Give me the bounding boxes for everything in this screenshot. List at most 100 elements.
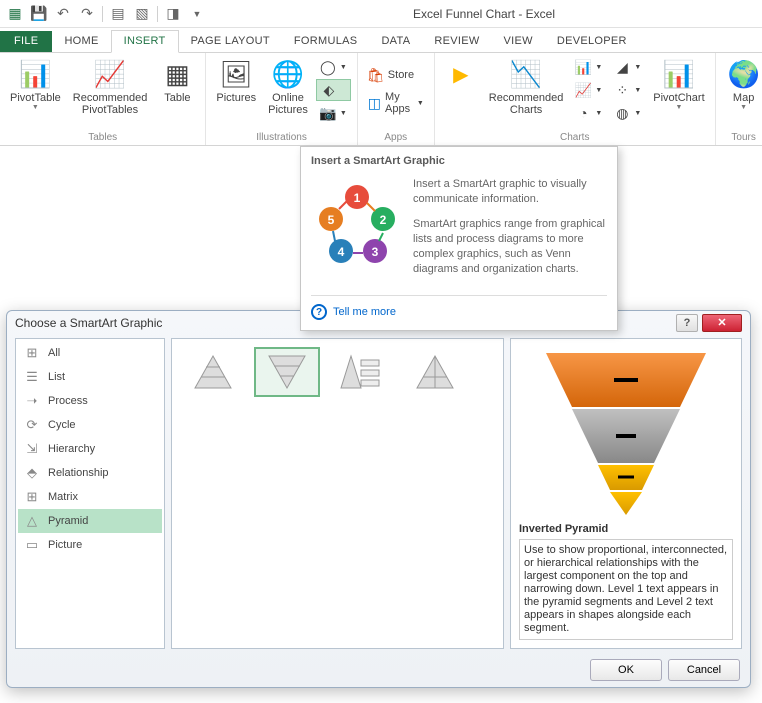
tooltip-text: Insert a SmartArt graphic to visually co… [413,177,607,287]
svg-text:1: 1 [354,191,361,205]
ok-button[interactable]: OK [590,659,662,681]
preview-description: Use to show proportional, interconnected… [519,539,733,640]
chart-type-button[interactable]: 📈▼ [571,79,606,101]
redo-icon[interactable]: ↷ [76,3,98,25]
tab-formulas[interactable]: FORMULAS [282,31,370,52]
group-apps: 🛍Store ◫My Apps ▼ Apps [358,53,435,145]
screenshot-icon: 📷 [320,105,336,121]
qat-item-icon[interactable]: ▧ [131,3,153,25]
smartart-button[interactable]: ⬖ [316,79,351,101]
shapes-icon: ◯ [320,59,336,75]
smartart-tooltip: Insert a SmartArt Graphic 1 2 3 4 5 Inse… [300,146,618,331]
bar-chart-icon: 📊 [575,59,591,75]
category-all[interactable]: ⊞All [18,341,162,365]
save-icon[interactable]: 💾 [28,3,50,25]
tab-file[interactable]: FILE [0,31,52,52]
layout-pyramid-list[interactable] [328,347,394,397]
chart-type-button[interactable]: ⁘▼ [610,79,645,101]
close-button[interactable]: ✕ [702,314,742,332]
layout-thumbnails [171,338,504,649]
preview-title: Inverted Pyramid [519,523,733,535]
group-tours: 🌍 Map ▼ Tours [716,53,762,145]
tab-home[interactable]: HOME [52,31,110,52]
map-button[interactable]: 🌍 Map ▼ [722,56,762,113]
qat-item-icon[interactable]: ▤ [107,3,129,25]
layout-segmented-pyramid[interactable] [402,347,468,397]
tab-view[interactable]: VIEW [492,31,545,52]
group-label: Tables [6,130,199,145]
pivotchart-button[interactable]: 📊 PivotChart ▼ [649,56,708,113]
ribbon: 📊 PivotTable ▼ 📈 Recommended PivotTables… [0,53,762,146]
ribbon-tabs: FILE HOME INSERT PAGE LAYOUT FORMULAS DA… [0,28,762,53]
category-list[interactable]: ⊞All ☰List ➝Process ⟳Cycle ⇲Hierarchy ⬘R… [15,338,165,649]
category-picture[interactable]: ▭Picture [18,533,162,557]
pictures-icon: 🖼 [220,58,252,90]
tab-page-layout[interactable]: PAGE LAYOUT [179,31,282,52]
category-process[interactable]: ➝Process [18,389,162,413]
recommended-pivottables-button[interactable]: 📈 Recommended PivotTables [69,56,152,118]
shapes-button[interactable]: ◯▼ [316,56,351,78]
all-icon: ⊞ [24,345,40,361]
undo-icon[interactable]: ↶ [52,3,74,25]
tooltip-tell-me-more[interactable]: ? Tell me more [311,295,607,320]
svg-text:2: 2 [380,213,387,227]
group-label: Tours [722,130,762,145]
scatter-chart-icon: ⁘ [614,82,630,98]
layout-basic-pyramid[interactable] [180,347,246,397]
cancel-button[interactable]: Cancel [668,659,740,681]
hierarchy-icon: ⇲ [24,441,40,457]
recommended-charts-button[interactable]: 📉 Recommended Charts [485,56,568,118]
online-pictures-button[interactable]: 🌐 Online Pictures [264,56,312,118]
category-cycle[interactable]: ⟳Cycle [18,413,162,437]
chart-type-button[interactable]: ◍▼ [610,102,645,124]
chart-type-button[interactable]: ◢▼ [610,56,645,78]
category-hierarchy[interactable]: ⇲Hierarchy [18,437,162,461]
window-title: Excel Funnel Chart - Excel [210,7,758,21]
tab-data[interactable]: DATA [369,31,422,52]
chart-type-button[interactable]: ◔▼ [571,102,606,124]
svg-text:4: 4 [338,245,345,259]
category-list[interactable]: ☰List [18,365,162,389]
my-apps-button[interactable]: ◫My Apps ▼ [364,92,428,114]
category-relationship[interactable]: ⬘Relationship [18,461,162,485]
recommended-pivot-icon: 📈 [94,58,126,90]
cycle-icon: ⟳ [24,417,40,433]
store-button[interactable]: 🛍Store [364,64,428,86]
recommended-charts-icon: 📉 [510,58,542,90]
pivottable-button[interactable]: 📊 PivotTable ▼ [6,56,65,113]
smartart-icon: ⬖ [321,82,337,98]
pivottable-icon: 📊 [19,58,51,90]
relationship-icon: ⬘ [24,465,40,481]
tab-insert[interactable]: INSERT [111,30,179,53]
category-pyramid[interactable]: △Pyramid [18,509,162,533]
bing-icon: ▶ [445,58,477,90]
table-button[interactable]: ▦ Table [155,56,199,106]
help-icon: ? [311,304,327,320]
chart-type-button[interactable]: 📊▼ [571,56,606,78]
matrix-icon: ⊞ [24,489,40,505]
table-icon: ▦ [161,58,193,90]
area-chart-icon: ◢ [614,59,630,75]
help-button[interactable]: ? [676,314,698,332]
pictures-button[interactable]: 🖼 Pictures [212,56,260,106]
tab-developer[interactable]: DEVELOPER [545,31,639,52]
qat-customize-icon[interactable]: ▼ [186,3,208,25]
qat-item-icon[interactable]: ◨ [162,3,184,25]
pie-chart-icon: ◔ [575,105,591,121]
line-chart-icon: 📈 [575,82,591,98]
list-icon: ☰ [24,369,40,385]
pivotchart-icon: 📊 [663,58,695,90]
layout-inverted-pyramid[interactable] [254,347,320,397]
map-icon: 🌍 [728,58,760,90]
bing-maps-button[interactable]: ▶ [441,56,481,92]
store-icon: 🛍 [368,67,384,83]
picture-icon: ▭ [24,537,40,553]
tab-review[interactable]: REVIEW [422,31,491,52]
category-matrix[interactable]: ⊞Matrix [18,485,162,509]
pyramid-icon: △ [24,513,40,529]
smartart-dialog: Choose a SmartArt Graphic ? ✕ ⊞All ☰List… [6,310,751,688]
screenshot-button[interactable]: 📷▼ [316,102,351,124]
process-icon: ➝ [24,393,40,409]
quick-access-toolbar: ▦ 💾 ↶ ↷ ▤ ▧ ◨ ▼ Excel Funnel Chart - Exc… [0,0,762,28]
tooltip-title: Insert a SmartArt Graphic [311,155,607,167]
